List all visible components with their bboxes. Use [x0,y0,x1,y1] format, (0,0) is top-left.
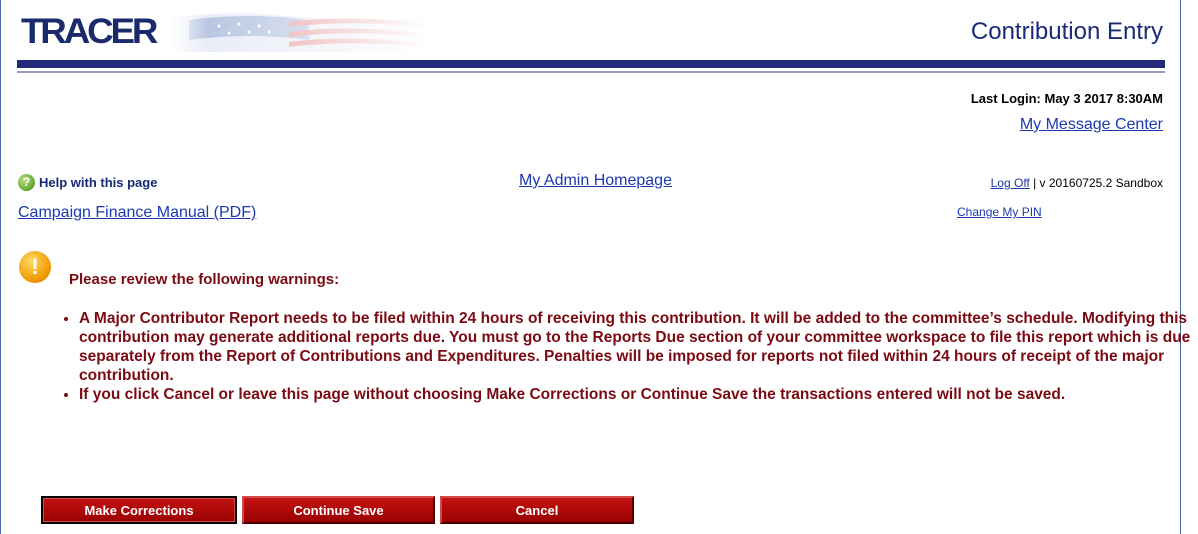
exclamation-warning-icon: ! [19,251,51,283]
page-frame: TRACER Contribution Entry Last Login: Ma… [0,0,1190,534]
admin-homepage-link[interactable]: My Admin Homepage [519,172,672,190]
tracer-logo: TRACER [21,8,431,54]
make-corrections-button[interactable]: Make Corrections [41,496,237,524]
help-label: Help with this page [39,175,158,190]
logoff-version-line: Log Off | v 20160725.2 Sandbox [991,176,1163,190]
version-text: | v 20160725.2 Sandbox [1029,176,1163,190]
message-center-link[interactable]: My Message Center [1020,116,1163,134]
help-question-icon: ? [18,174,35,191]
warning-heading: Please review the following warnings: [69,271,340,288]
warning-item: A Major Contributor Report needs to be f… [79,309,1191,385]
button-row: Make Corrections Continue Save Cancel [41,496,634,524]
header-divider [17,60,1165,68]
cancel-button[interactable]: Cancel [440,496,634,524]
campaign-finance-manual-link[interactable]: Campaign Finance Manual (PDF) [18,204,256,222]
log-off-link[interactable]: Log Off [991,176,1030,190]
warning-item: If you click Cancel or leave this page w… [79,385,1191,404]
change-pin-link[interactable]: Change My PIN [957,205,1042,219]
last-login: Last Login: May 3 2017 8:30AM [970,91,1163,106]
page-title: Contribution Entry [970,18,1163,45]
logo-text: TRACER [21,12,158,51]
continue-save-button[interactable]: Continue Save [242,496,435,524]
warning-list: A Major Contributor Report needs to be f… [59,309,1191,404]
flag-logo-icon [169,13,431,52]
help-link[interactable]: ? Help with this page [18,174,157,191]
header-divider-thin [17,71,1165,73]
